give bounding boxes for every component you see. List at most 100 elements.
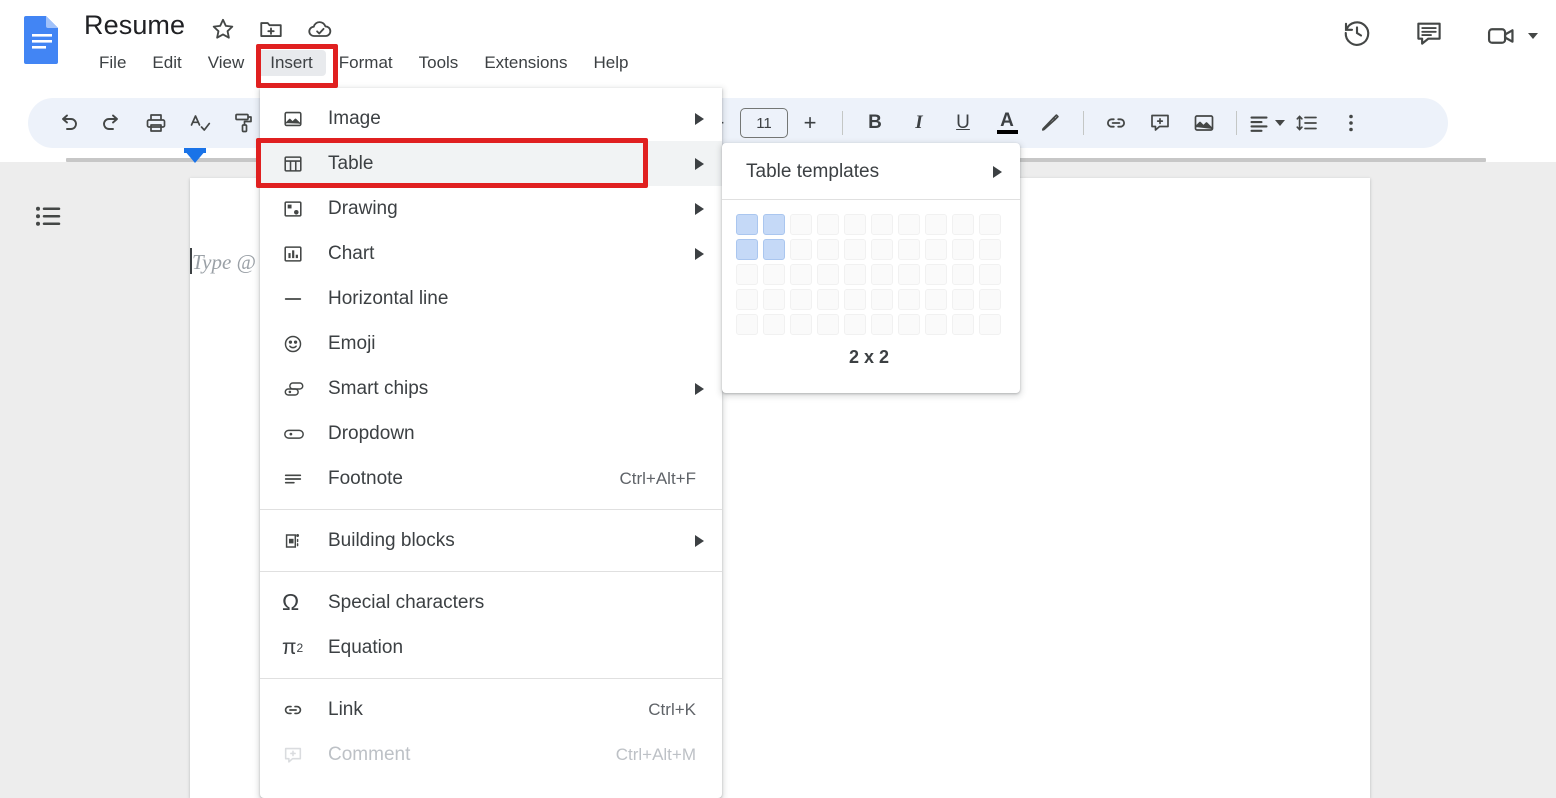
menu-option-table[interactable]: Table xyxy=(260,141,722,186)
table-grid-cell[interactable] xyxy=(979,239,1001,260)
spellcheck-icon[interactable] xyxy=(178,103,222,143)
table-grid-cell[interactable] xyxy=(898,239,920,260)
menu-option-drawing[interactable]: Drawing xyxy=(260,186,722,231)
menu-option-special-characters[interactable]: Ω Special characters xyxy=(260,580,722,625)
insert-link-icon[interactable] xyxy=(1094,103,1138,143)
chevron-down-icon[interactable] xyxy=(1528,32,1538,39)
table-grid-cell[interactable] xyxy=(898,289,920,310)
print-icon[interactable] xyxy=(134,103,178,143)
bold-button[interactable]: B xyxy=(853,103,897,143)
show-comments-icon[interactable] xyxy=(1414,18,1444,53)
table-grid-cell[interactable] xyxy=(979,214,1001,235)
menu-option-image[interactable]: Image xyxy=(260,96,722,141)
more-options-icon[interactable] xyxy=(1329,103,1373,143)
menu-option-equation[interactable]: π2 Equation xyxy=(260,625,722,670)
table-grid-cell[interactable] xyxy=(898,264,920,285)
menu-option-horizontal-line[interactable]: Horizontal line xyxy=(260,276,722,321)
table-grid-cell[interactable] xyxy=(925,214,947,235)
italic-button[interactable]: I xyxy=(897,103,941,143)
video-call-icon[interactable] xyxy=(1486,21,1538,51)
table-grid-cell[interactable] xyxy=(763,314,785,335)
menu-option-link[interactable]: Link Ctrl+K xyxy=(260,687,722,732)
page-title[interactable]: Resume xyxy=(84,10,185,41)
table-grid-cell[interactable] xyxy=(817,214,839,235)
table-grid-cell[interactable] xyxy=(898,314,920,335)
menu-item-format[interactable]: Format xyxy=(326,50,406,76)
table-grid-cell[interactable] xyxy=(763,239,785,260)
table-grid-cell[interactable] xyxy=(736,214,758,235)
menu-option-footnote[interactable]: Footnote Ctrl+Alt+F xyxy=(260,456,722,501)
underline-button[interactable]: U xyxy=(941,103,985,143)
table-grid-cell[interactable] xyxy=(952,264,974,285)
table-grid-cell[interactable] xyxy=(844,214,866,235)
text-color-button[interactable]: A xyxy=(985,103,1029,143)
star-icon[interactable] xyxy=(210,16,236,42)
table-grid-cell[interactable] xyxy=(736,314,758,335)
table-grid-cell[interactable] xyxy=(790,289,812,310)
menu-item-tools[interactable]: Tools xyxy=(406,50,472,76)
cloud-saved-icon[interactable] xyxy=(306,16,332,42)
table-grid-cell[interactable] xyxy=(925,239,947,260)
table-grid-cell[interactable] xyxy=(898,214,920,235)
font-size-input[interactable]: 11 xyxy=(740,108,788,138)
table-grid-cell[interactable] xyxy=(844,264,866,285)
document-outline-icon[interactable] xyxy=(32,200,66,235)
table-grid-cell[interactable] xyxy=(817,314,839,335)
increase-font-size-button[interactable]: + xyxy=(788,103,832,143)
table-grid-cell[interactable] xyxy=(952,289,974,310)
table-grid-cell[interactable] xyxy=(736,289,758,310)
table-grid-cell[interactable] xyxy=(871,289,893,310)
table-grid-cell[interactable] xyxy=(817,239,839,260)
table-grid-cell[interactable] xyxy=(790,264,812,285)
table-grid-cell[interactable] xyxy=(871,314,893,335)
table-grid-cell[interactable] xyxy=(871,264,893,285)
table-grid-cell[interactable] xyxy=(736,264,758,285)
table-size-picker[interactable]: 2 x 2 xyxy=(722,200,1020,368)
version-history-icon[interactable] xyxy=(1342,18,1372,53)
move-folder-icon[interactable] xyxy=(258,16,284,42)
table-grid-cell[interactable] xyxy=(763,214,785,235)
table-grid-cell[interactable] xyxy=(763,264,785,285)
table-grid-cell[interactable] xyxy=(979,264,1001,285)
table-grid-cell[interactable] xyxy=(979,314,1001,335)
table-grid-cell[interactable] xyxy=(952,314,974,335)
table-grid-cell[interactable] xyxy=(925,314,947,335)
table-grid-cell[interactable] xyxy=(952,239,974,260)
align-icon[interactable] xyxy=(1247,103,1285,143)
table-grid[interactable] xyxy=(736,214,1002,335)
insert-image-icon[interactable] xyxy=(1182,103,1226,143)
highlight-color-icon[interactable] xyxy=(1029,103,1073,143)
table-grid-cell[interactable] xyxy=(844,239,866,260)
add-comment-icon[interactable] xyxy=(1138,103,1182,143)
menu-option-dropdown[interactable]: Dropdown xyxy=(260,411,722,456)
menu-item-file[interactable]: File xyxy=(86,50,139,76)
indent-marker-triangle[interactable] xyxy=(184,150,206,163)
table-grid-cell[interactable] xyxy=(790,314,812,335)
table-grid-cell[interactable] xyxy=(763,289,785,310)
line-spacing-icon[interactable] xyxy=(1285,103,1329,143)
table-grid-cell[interactable] xyxy=(925,264,947,285)
menu-option-smart-chips[interactable]: Smart chips xyxy=(260,366,722,411)
menu-option-emoji[interactable]: Emoji xyxy=(260,321,722,366)
redo-icon[interactable] xyxy=(90,103,134,143)
menu-item-insert[interactable]: Insert xyxy=(257,50,326,76)
menu-item-edit[interactable]: Edit xyxy=(139,50,194,76)
table-grid-cell[interactable] xyxy=(844,289,866,310)
chevron-down-icon-align[interactable] xyxy=(1275,120,1285,126)
menu-item-extensions[interactable]: Extensions xyxy=(471,50,580,76)
table-grid-cell[interactable] xyxy=(979,289,1001,310)
table-grid-cell[interactable] xyxy=(925,289,947,310)
table-grid-cell[interactable] xyxy=(790,214,812,235)
table-grid-cell[interactable] xyxy=(952,214,974,235)
table-grid-cell[interactable] xyxy=(817,264,839,285)
table-grid-cell[interactable] xyxy=(871,214,893,235)
menu-item-view[interactable]: View xyxy=(195,50,258,76)
table-grid-cell[interactable] xyxy=(736,239,758,260)
undo-icon[interactable] xyxy=(46,103,90,143)
submenu-option-table-templates[interactable]: Table templates xyxy=(722,149,1020,195)
table-grid-cell[interactable] xyxy=(790,239,812,260)
menu-option-chart[interactable]: Chart xyxy=(260,231,722,276)
menu-item-help[interactable]: Help xyxy=(580,50,641,76)
menu-option-building-blocks[interactable]: Building blocks xyxy=(260,518,722,563)
table-grid-cell[interactable] xyxy=(844,314,866,335)
